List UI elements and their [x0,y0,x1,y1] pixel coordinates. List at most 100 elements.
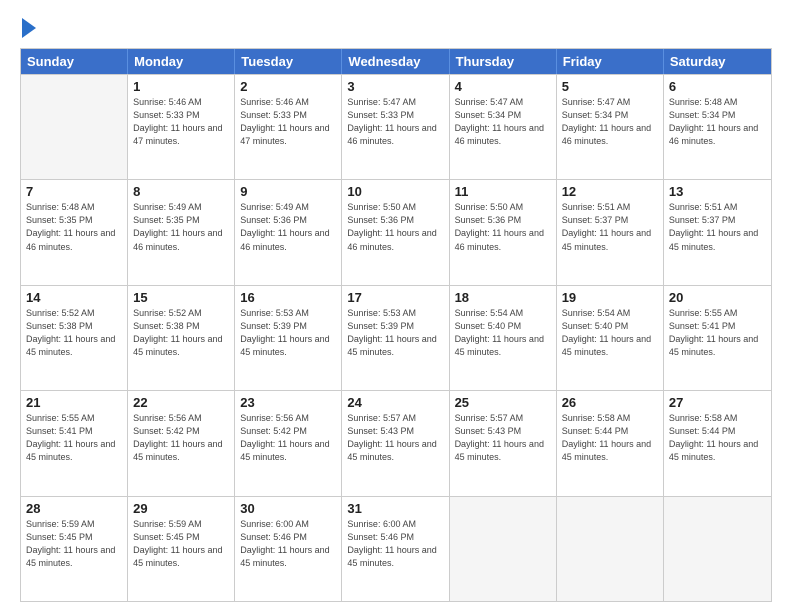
calendar-cell: 2Sunrise: 5:46 AMSunset: 5:33 PMDaylight… [235,75,342,179]
day-info: Sunrise: 5:50 AMSunset: 5:36 PMDaylight:… [347,201,443,253]
day-number: 20 [669,290,766,305]
day-number: 19 [562,290,658,305]
calendar-cell: 31Sunrise: 6:00 AMSunset: 5:46 PMDayligh… [342,497,449,601]
calendar-cell: 1 Sunrise: 5:46 AMSunset: 5:33 PMDaylight… [128,75,235,179]
calendar-cell [21,75,128,179]
day-number: 10 [347,184,443,199]
calendar-cell: 19 Sunrise: 5:54 AMSunset: 5:40 PMDayligh… [557,286,664,390]
calendar-header-cell: Sunday [21,49,128,74]
day-number: 16 [240,290,336,305]
day-info: Sunrise: 5:58 AMSunset: 5:44 PMDaylight:… [669,412,766,464]
day-info: Sunrise: 5:46 AMSunset: 5:33 PMDaylight:… [133,96,229,148]
calendar-header-cell: Tuesday [235,49,342,74]
day-info: Sunrise: 5:48 AMSunset: 5:35 PMDaylight:… [26,201,122,253]
day-info: Sunrise: 5:57 AMSunset: 5:43 PMDaylight:… [347,412,443,464]
day-info: Sunrise: 5:52 AMSunset: 5:38 PMDaylight:… [133,307,229,359]
day-number: 30 [240,501,336,516]
calendar-cell: 29 Sunrise: 5:59 AMSunset: 5:45 PMDayligh… [128,497,235,601]
day-number: 26 [562,395,658,410]
calendar-row: 14 Sunrise: 5:52 AMSunset: 5:38 PMDayligh… [21,285,771,390]
day-info: Sunrise: 5:46 AMSunset: 5:33 PMDaylight:… [240,96,336,148]
day-number: 12 [562,184,658,199]
calendar-cell: 4Sunrise: 5:47 AMSunset: 5:34 PMDaylight… [450,75,557,179]
calendar-cell: 13 Sunrise: 5:51 AMSunset: 5:37 PMDayligh… [664,180,771,284]
calendar-header-cell: Saturday [664,49,771,74]
day-number: 8 [133,184,229,199]
day-number: 5 [562,79,658,94]
calendar-cell: 15 Sunrise: 5:52 AMSunset: 5:38 PMDayligh… [128,286,235,390]
day-number: 15 [133,290,229,305]
day-info: Sunrise: 5:54 AMSunset: 5:40 PMDaylight:… [455,307,551,359]
day-number: 21 [26,395,122,410]
day-info: Sunrise: 5:51 AMSunset: 5:37 PMDaylight:… [669,201,766,253]
day-number: 6 [669,79,766,94]
day-number: 27 [669,395,766,410]
calendar-body: 1 Sunrise: 5:46 AMSunset: 5:33 PMDaylight… [21,74,771,601]
calendar-header-cell: Monday [128,49,235,74]
calendar-cell: 25Sunrise: 5:57 AMSunset: 5:43 PMDayligh… [450,391,557,495]
day-info: Sunrise: 5:59 AMSunset: 5:45 PMDaylight:… [133,518,229,570]
calendar-cell: 17Sunrise: 5:53 AMSunset: 5:39 PMDayligh… [342,286,449,390]
day-info: Sunrise: 5:52 AMSunset: 5:38 PMDaylight:… [26,307,122,359]
calendar-cell: 28 Sunrise: 5:59 AMSunset: 5:45 PMDayligh… [21,497,128,601]
day-info: Sunrise: 5:47 AMSunset: 5:33 PMDaylight:… [347,96,443,148]
calendar-header-cell: Wednesday [342,49,449,74]
calendar-cell: 3 Sunrise: 5:47 AMSunset: 5:33 PMDaylight… [342,75,449,179]
calendar-cell: 16 Sunrise: 5:53 AMSunset: 5:39 PMDayligh… [235,286,342,390]
calendar-header-cell: Thursday [450,49,557,74]
calendar-cell [664,497,771,601]
calendar-cell: 21 Sunrise: 5:55 AMSunset: 5:41 PMDayligh… [21,391,128,495]
day-number: 24 [347,395,443,410]
page: SundayMondayTuesdayWednesdayThursdayFrid… [0,0,792,612]
calendar-cell: 23 Sunrise: 5:56 AMSunset: 5:42 PMDayligh… [235,391,342,495]
calendar-cell: 24 Sunrise: 5:57 AMSunset: 5:43 PMDayligh… [342,391,449,495]
day-number: 17 [347,290,443,305]
calendar-cell: 18Sunrise: 5:54 AMSunset: 5:40 PMDayligh… [450,286,557,390]
calendar-row: 28 Sunrise: 5:59 AMSunset: 5:45 PMDayligh… [21,496,771,601]
day-number: 23 [240,395,336,410]
calendar-cell: 30Sunrise: 6:00 AMSunset: 5:46 PMDayligh… [235,497,342,601]
day-number: 3 [347,79,443,94]
calendar-row: 7 Sunrise: 5:48 AMSunset: 5:35 PMDaylight… [21,179,771,284]
day-info: Sunrise: 5:55 AMSunset: 5:41 PMDaylight:… [669,307,766,359]
calendar-cell: 14 Sunrise: 5:52 AMSunset: 5:38 PMDayligh… [21,286,128,390]
day-info: Sunrise: 5:53 AMSunset: 5:39 PMDaylight:… [240,307,336,359]
day-number: 29 [133,501,229,516]
day-info: Sunrise: 5:48 AMSunset: 5:34 PMDaylight:… [669,96,766,148]
day-number: 4 [455,79,551,94]
calendar: SundayMondayTuesdayWednesdayThursdayFrid… [20,48,772,602]
day-info: Sunrise: 5:56 AMSunset: 5:42 PMDaylight:… [240,412,336,464]
day-info: Sunrise: 5:55 AMSunset: 5:41 PMDaylight:… [26,412,122,464]
header [20,18,772,38]
calendar-header: SundayMondayTuesdayWednesdayThursdayFrid… [21,49,771,74]
day-number: 11 [455,184,551,199]
calendar-cell [450,497,557,601]
day-number: 13 [669,184,766,199]
day-info: Sunrise: 5:49 AMSunset: 5:35 PMDaylight:… [133,201,229,253]
day-info: Sunrise: 5:50 AMSunset: 5:36 PMDaylight:… [455,201,551,253]
day-info: Sunrise: 5:59 AMSunset: 5:45 PMDaylight:… [26,518,122,570]
logo [20,18,36,38]
calendar-cell: 11 Sunrise: 5:50 AMSunset: 5:36 PMDayligh… [450,180,557,284]
day-number: 1 [133,79,229,94]
calendar-cell: 12 Sunrise: 5:51 AMSunset: 5:37 PMDayligh… [557,180,664,284]
day-number: 9 [240,184,336,199]
calendar-cell: 26Sunrise: 5:58 AMSunset: 5:44 PMDayligh… [557,391,664,495]
day-number: 22 [133,395,229,410]
day-info: Sunrise: 5:49 AMSunset: 5:36 PMDaylight:… [240,201,336,253]
day-info: Sunrise: 5:51 AMSunset: 5:37 PMDaylight:… [562,201,658,253]
calendar-row: 1 Sunrise: 5:46 AMSunset: 5:33 PMDaylight… [21,74,771,179]
day-info: Sunrise: 5:54 AMSunset: 5:40 PMDaylight:… [562,307,658,359]
day-number: 28 [26,501,122,516]
calendar-cell: 20 Sunrise: 5:55 AMSunset: 5:41 PMDayligh… [664,286,771,390]
day-number: 7 [26,184,122,199]
day-number: 14 [26,290,122,305]
calendar-row: 21 Sunrise: 5:55 AMSunset: 5:41 PMDayligh… [21,390,771,495]
calendar-cell: 7 Sunrise: 5:48 AMSunset: 5:35 PMDaylight… [21,180,128,284]
calendar-cell: 8 Sunrise: 5:49 AMSunset: 5:35 PMDaylight… [128,180,235,284]
day-info: Sunrise: 5:57 AMSunset: 5:43 PMDaylight:… [455,412,551,464]
day-info: Sunrise: 5:47 AMSunset: 5:34 PMDaylight:… [562,96,658,148]
calendar-cell: 27 Sunrise: 5:58 AMSunset: 5:44 PMDayligh… [664,391,771,495]
day-info: Sunrise: 5:56 AMSunset: 5:42 PMDaylight:… [133,412,229,464]
day-number: 31 [347,501,443,516]
